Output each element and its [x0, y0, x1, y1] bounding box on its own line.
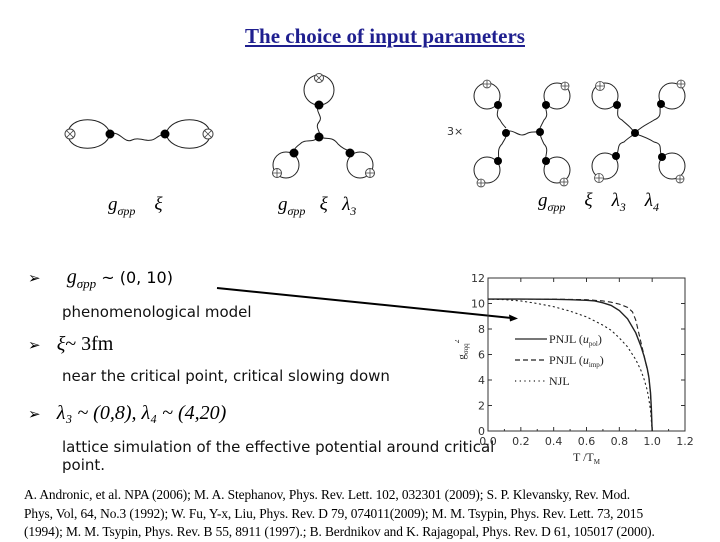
vertex-dot [542, 101, 550, 109]
correlation-length: ξ~ 3fm [56, 333, 114, 355]
coupling-range: gσpp ~ (0, 10) [66, 266, 173, 291]
arrow-bullet-icon: ➢ [28, 407, 41, 423]
bullet-lambda: ➢ λ₃ ~ (0,8), λ₄ ~ (4,20) [28, 402, 226, 425]
vertex-dot [631, 129, 639, 137]
vertex-dot [494, 157, 502, 165]
y-tick-label: 6 [478, 349, 485, 362]
feynman-diagram-four-point-contact [591, 79, 686, 184]
x-tick-label: 1.0 [643, 435, 661, 448]
reference-line: Phys, Vol, 64, No.3 (1992); W. Fu, Y-x, … [24, 505, 644, 521]
x-tick-label: 0.2 [512, 435, 530, 448]
y-tick-label: 4 [478, 374, 485, 387]
vertex-dot [536, 128, 544, 136]
vertex-dot [542, 157, 550, 165]
wavy-propagator-top [316, 104, 321, 138]
vertex-dot [613, 101, 621, 109]
x-tick-label: 0.8 [611, 435, 629, 448]
legend-label: PNJL (uimp) [549, 353, 604, 369]
source-crossed-circle-top-icon [314, 73, 324, 83]
vertex-dot [289, 148, 299, 158]
chart-legend: PNJL (upol) PNJL (uimp) NJL [515, 332, 604, 388]
vertex-dot [657, 100, 665, 108]
x-tick-label: 1.2 [676, 435, 694, 448]
y-tick-label: 0 [478, 425, 485, 438]
vertex-dot [314, 132, 324, 142]
diagram-label-two-point: gσpp ξ [108, 194, 163, 218]
x-tick-label: 0.4 [545, 435, 563, 448]
vertex-dot [345, 148, 355, 158]
source-crossed-circle-right-icon [202, 128, 214, 140]
references: A. Andronic, et al. NPA (2006); M. A. St… [24, 486, 714, 542]
bullet-description-cont: point. [62, 456, 106, 474]
vertex-dot [105, 129, 115, 139]
wavy-propagator-right [318, 136, 351, 152]
reference-line: A. Andronic, et al. NPA (2006); M. A. St… [24, 487, 630, 502]
reference-line: (1994); M. M. Tsypin, Phys. Rev. B 55, 8… [24, 524, 655, 539]
arrow-bullet-icon: ➢ [28, 338, 41, 354]
bullet-xi: ➢ ξ~ 3fm [28, 333, 113, 356]
slide-title: The choice of input parameters [245, 24, 525, 48]
vertex-dot [658, 153, 666, 161]
chart-coupling-vs-temperature: 0.0 0.2 0.4 0.6 0.8 1.0 1.2024681012 PNJL (upo… [455, 272, 694, 465]
diagram-label-four-point: gσpp ξ λ3 λ4 [538, 190, 660, 214]
x-tick-label: 0.6 [578, 435, 596, 448]
feynman-diagram-three-point [272, 73, 375, 179]
vertex-dot [494, 101, 502, 109]
vertex-dot [160, 129, 170, 139]
source-plus-circle-right-icon [365, 168, 375, 178]
legend-label: NJL [549, 374, 570, 388]
diagram-label-three-point: gσpp ξ λ3 [278, 194, 357, 218]
source-plus-circle-left-icon [272, 168, 282, 178]
source-crossed-circle-left-icon [64, 128, 76, 140]
y-axis-label: gσqq2 [455, 339, 470, 359]
multiplier-label: 3× [447, 125, 464, 138]
bullet-description: lattice simulation of the effective pote… [62, 438, 495, 456]
bullet-description: phenomenological model [62, 303, 252, 321]
feynman-diagram-four-point-exchange [473, 79, 571, 188]
y-tick-label: 12 [471, 272, 485, 285]
vertex-dot [612, 152, 620, 160]
y-tick-label: 2 [478, 400, 485, 413]
y-tick-label: 8 [478, 323, 485, 336]
bullet-description: near the critical point, critical slowin… [62, 367, 390, 385]
x-axis-label: T /TM [573, 450, 601, 465]
arrow-bullet-icon: ➢ [28, 271, 41, 287]
vertex-dot [314, 100, 324, 110]
vertex-dot [502, 129, 510, 137]
wavy-propagator [109, 132, 167, 142]
lambda-ranges: λ₃ ~ (0,8), λ₄ ~ (4,20) [56, 402, 227, 424]
legend-label: PNJL (upol) [549, 332, 602, 348]
bullet-g-sigma-pp: ➢ gσpp ~ (0, 10) [28, 266, 173, 292]
feynman-diagram-two-point [64, 119, 214, 149]
y-tick-label: 10 [471, 298, 485, 311]
